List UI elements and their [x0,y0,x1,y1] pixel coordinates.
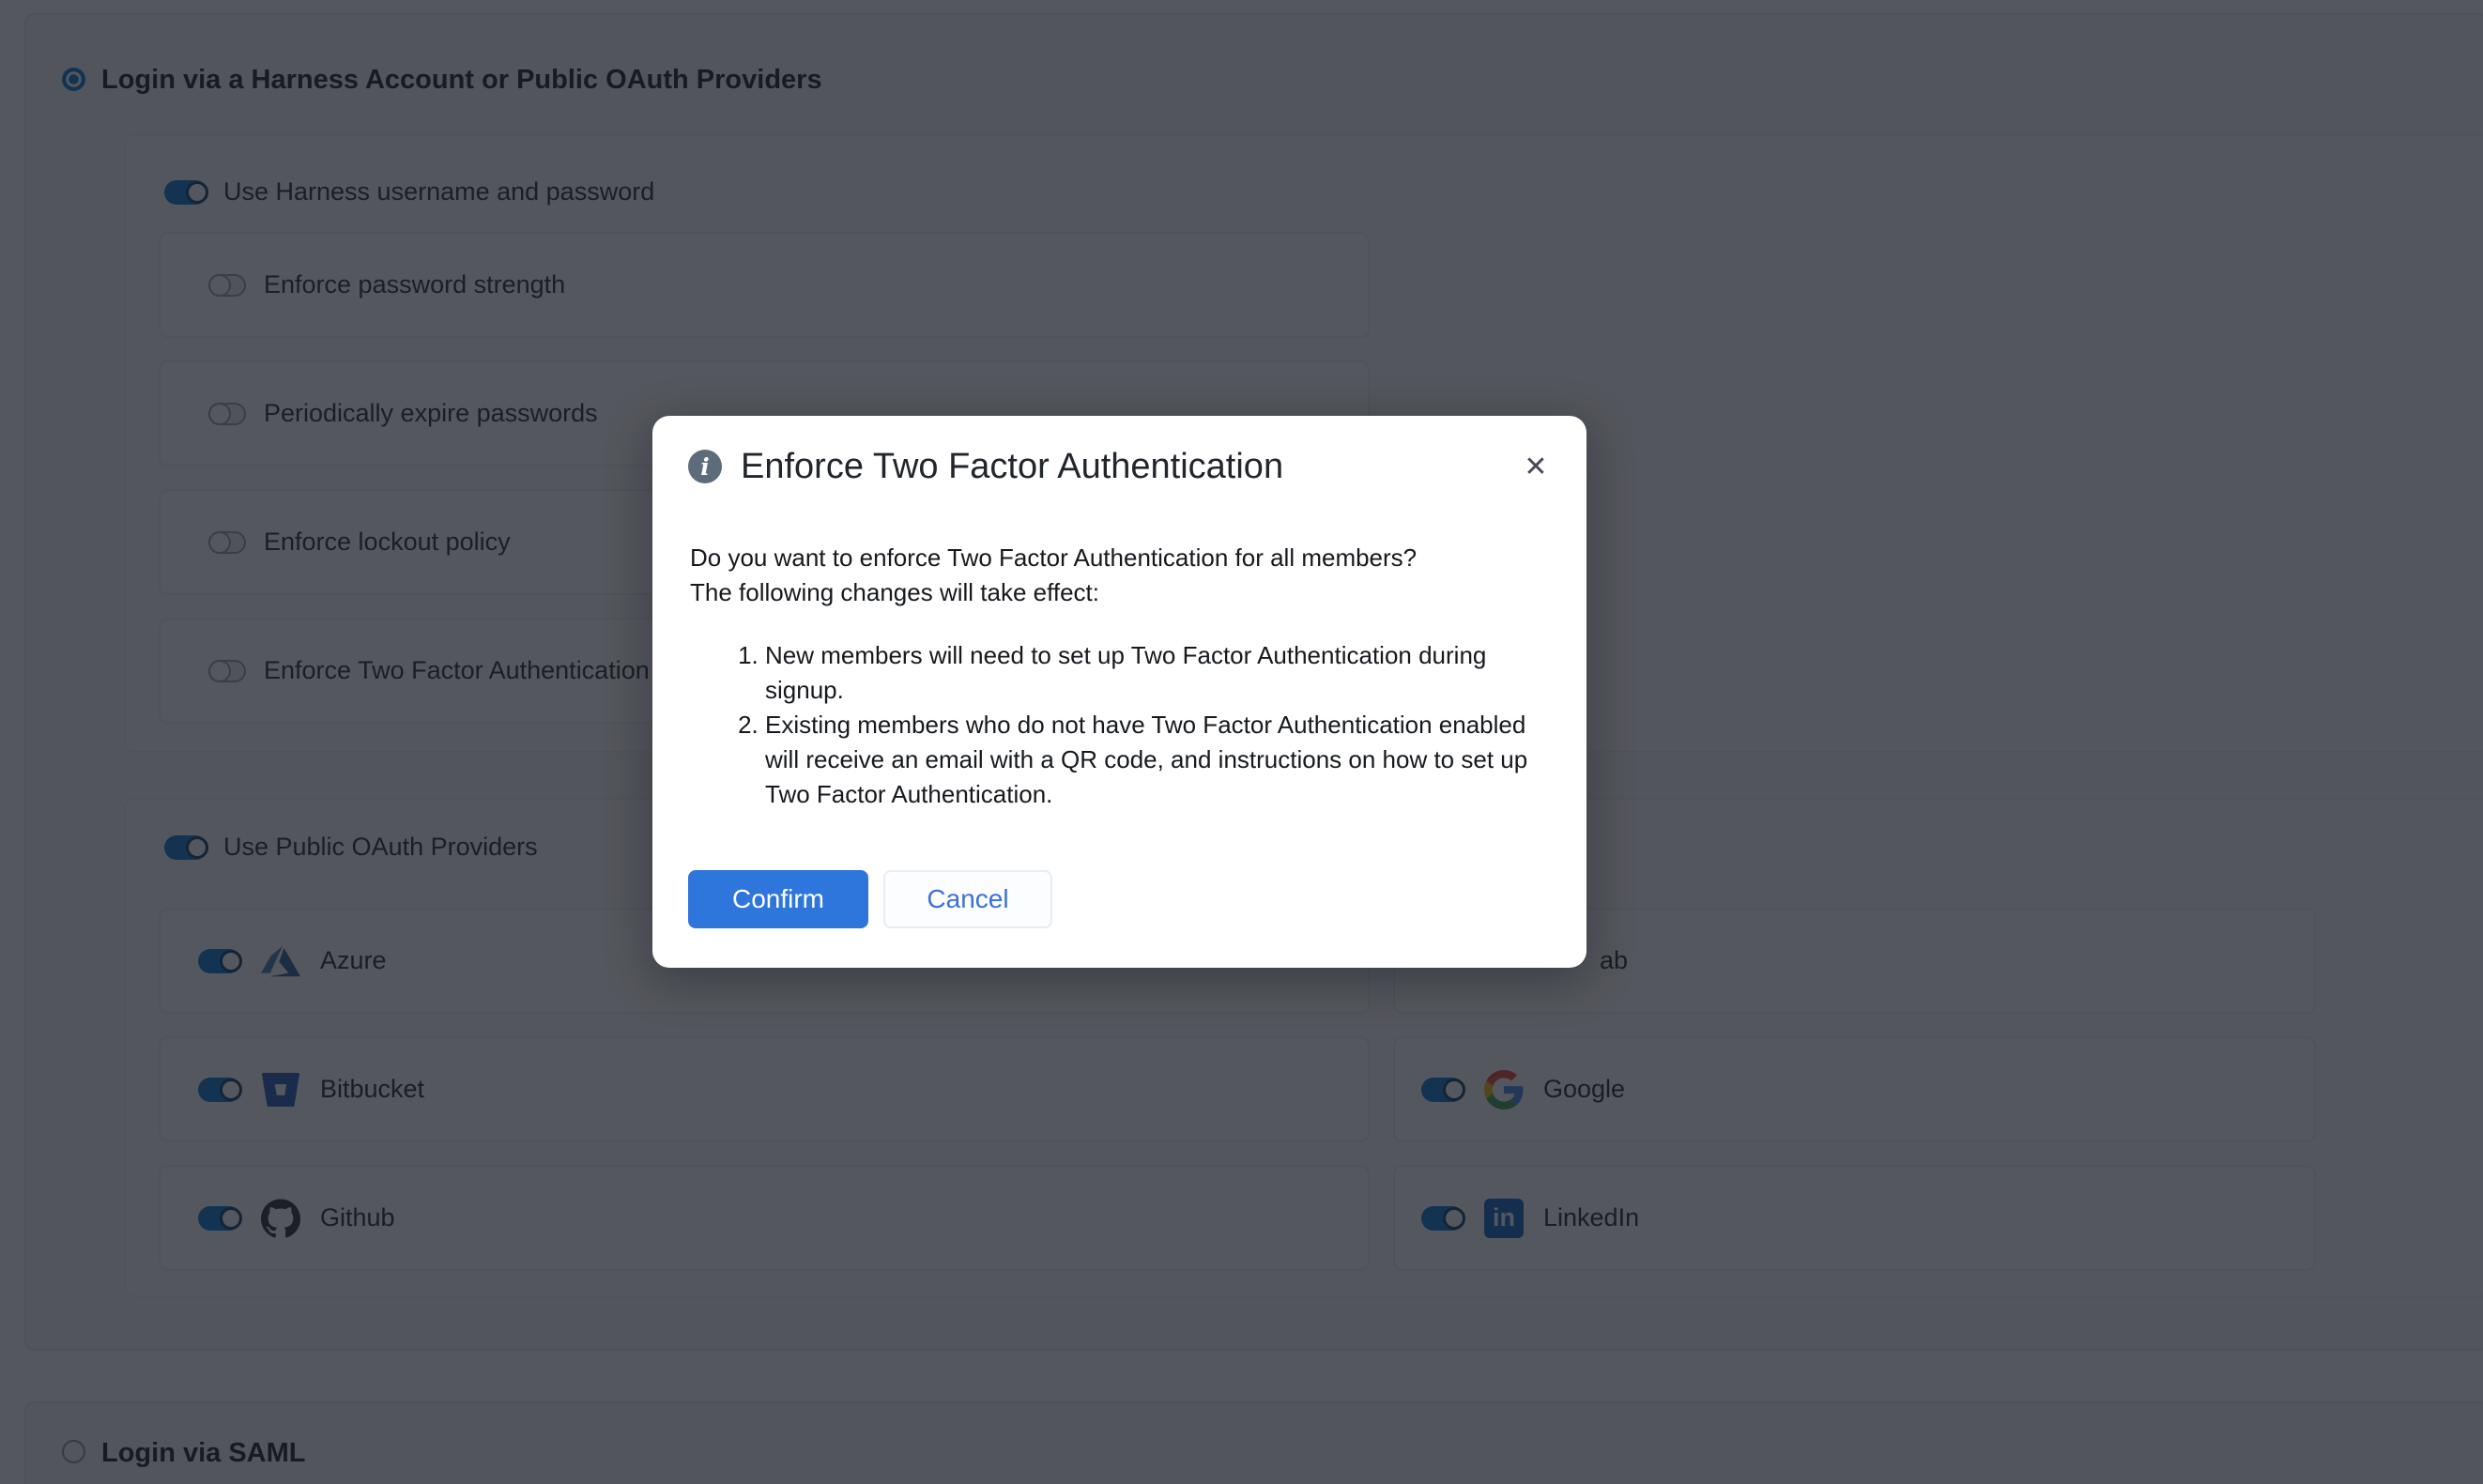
two-factor-confirm-dialog: i Enforce Two Factor Authentication ✕ Do… [652,416,1586,968]
dialog-question-line: The following changes will take effect: [690,575,1554,610]
dialog-actions: Confirm Cancel [688,870,1052,928]
dialog-body: Do you want to enforce Two Factor Authen… [690,541,1554,812]
close-icon[interactable]: ✕ [1517,448,1555,485]
confirm-button[interactable]: Confirm [688,870,868,928]
info-icon: i [688,450,722,483]
dialog-title: Enforce Two Factor Authentication [741,450,1283,483]
cancel-button[interactable]: Cancel [883,870,1052,928]
dialog-question-line: Do you want to enforce Two Factor Authen… [690,541,1554,575]
list-item: New members will need to set up Two Fact… [765,638,1549,708]
dialog-change-list: New members will need to set up Two Fact… [690,638,1549,812]
list-item: Existing members who do not have Two Fac… [765,708,1549,812]
